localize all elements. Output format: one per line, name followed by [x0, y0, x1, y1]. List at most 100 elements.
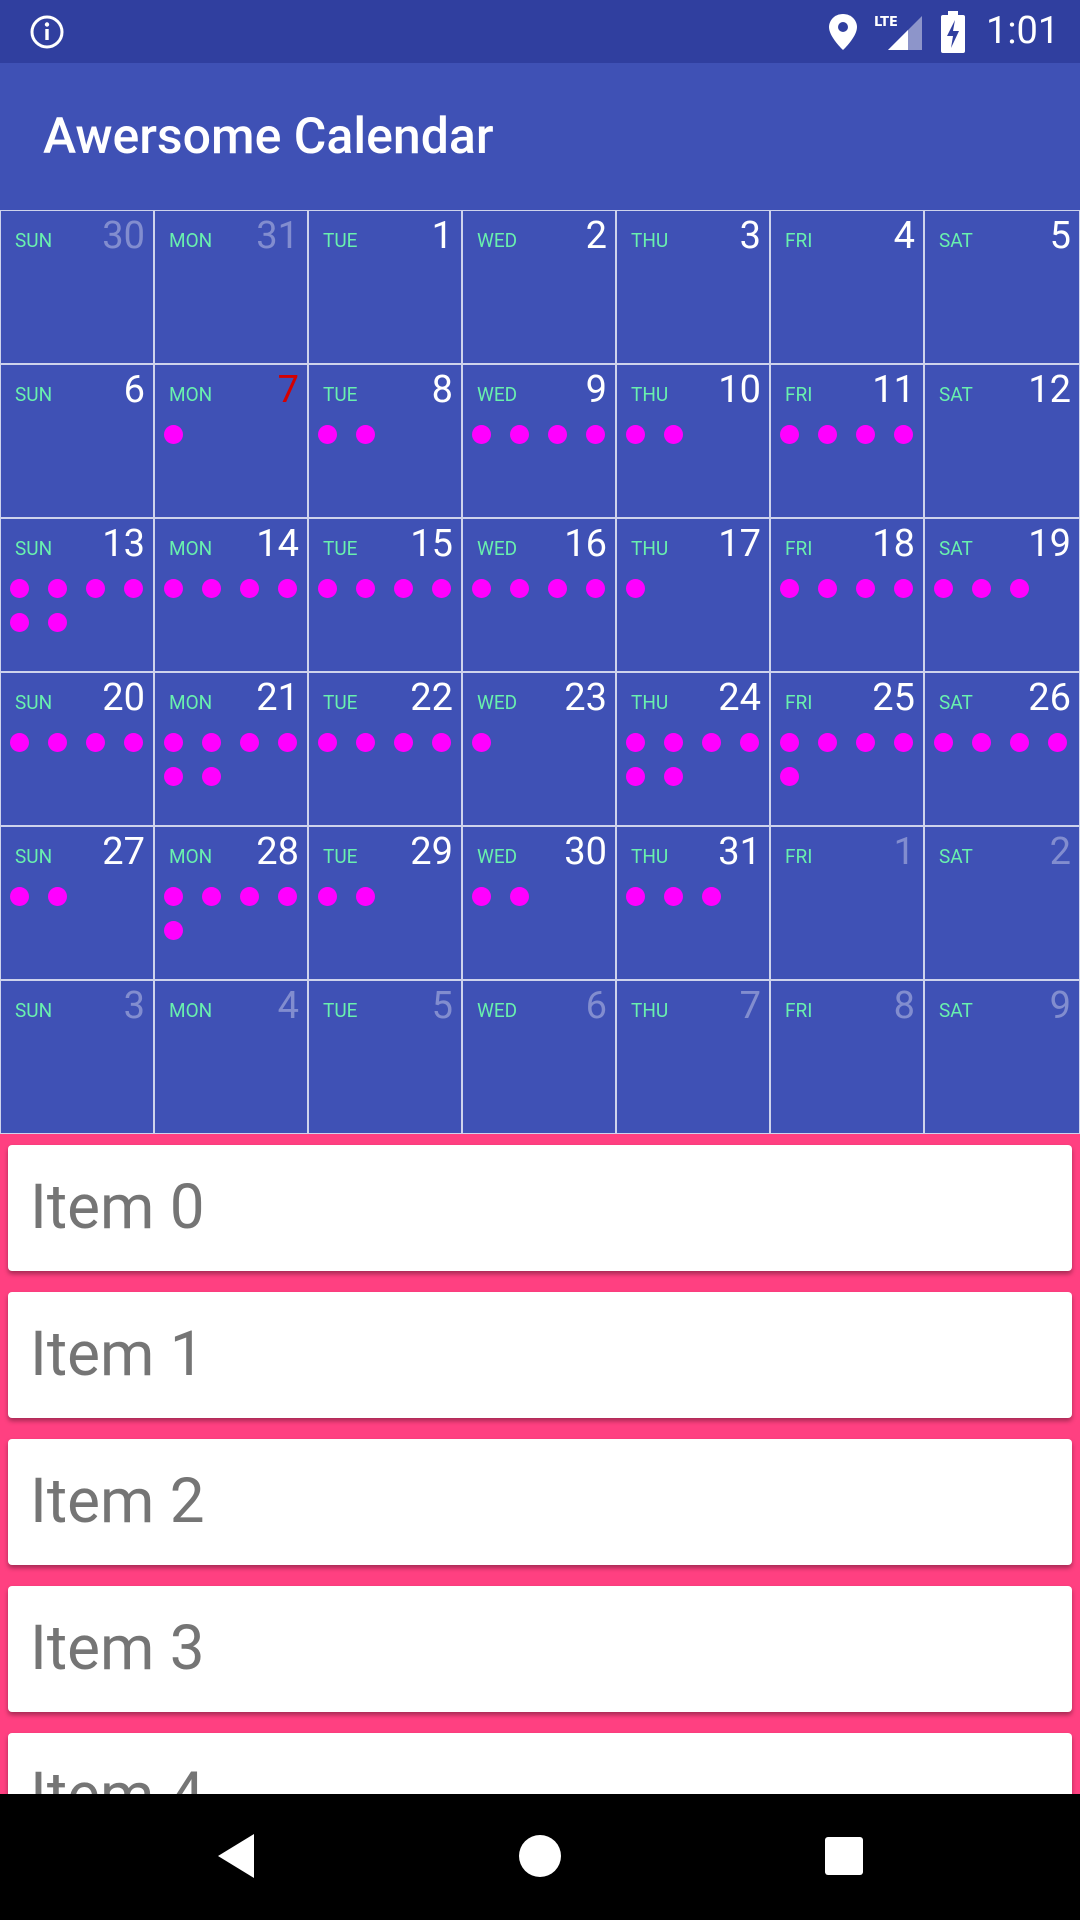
event-dot	[318, 733, 337, 752]
weekday-label: WED	[477, 383, 518, 406]
calendar-day-cell[interactable]: FRI 1	[770, 826, 924, 980]
calendar-day-cell[interactable]: SAT 12	[924, 364, 1080, 518]
calendar-day-cell[interactable]: WED 6	[462, 980, 616, 1134]
app-bar: Awersome Calendar	[0, 63, 1080, 210]
calendar-day-cell[interactable]: FRI 11	[770, 364, 924, 518]
list-item[interactable]: Item 1	[8, 1292, 1072, 1418]
calendar-day-cell[interactable]: TUE 15	[308, 518, 462, 672]
calendar-day-cell[interactable]: MON 21	[154, 672, 308, 826]
weekday-label: MON	[169, 691, 213, 714]
day-number: 10	[718, 368, 761, 412]
list-item[interactable]: Item 4	[8, 1733, 1072, 1794]
recents-icon[interactable]	[824, 1836, 864, 1876]
calendar-day-cell[interactable]: TUE 1	[308, 210, 462, 364]
event-dot	[10, 579, 29, 598]
calendar-day-cell[interactable]: SAT 26	[924, 672, 1080, 826]
weekday-label: SAT	[939, 691, 973, 714]
event-dot	[48, 733, 67, 752]
svg-text:LTE: LTE	[874, 15, 898, 30]
calendar-day-cell[interactable]: SUN 6	[0, 364, 154, 518]
calendar-day-cell[interactable]: WED 30	[462, 826, 616, 980]
event-dot	[356, 733, 375, 752]
weekday-label: SAT	[939, 383, 973, 406]
calendar-day-cell[interactable]: SUN 20	[0, 672, 154, 826]
event-dot	[894, 425, 913, 444]
calendar-day-cell[interactable]: WED 9	[462, 364, 616, 518]
calendar-day-cell[interactable]: SAT 19	[924, 518, 1080, 672]
calendar-day-cell[interactable]: TUE 29	[308, 826, 462, 980]
home-icon[interactable]	[518, 1834, 562, 1878]
calendar-day-cell[interactable]: SUN 13	[0, 518, 154, 672]
event-dot	[278, 887, 297, 906]
event-dot	[1010, 733, 1029, 752]
event-dot	[278, 733, 297, 752]
calendar-day-cell[interactable]: SAT 9	[924, 980, 1080, 1134]
calendar-day-cell[interactable]: THU 10	[616, 364, 770, 518]
calendar-day-cell[interactable]: FRI 18	[770, 518, 924, 672]
calendar-day-cell[interactable]: THU 31	[616, 826, 770, 980]
calendar-day-cell[interactable]: TUE 22	[308, 672, 462, 826]
day-number: 5	[1049, 214, 1071, 258]
event-dot	[48, 887, 67, 906]
calendar-day-cell[interactable]: THU 3	[616, 210, 770, 364]
event-dot	[124, 579, 143, 598]
weekday-label: MON	[169, 383, 213, 406]
list-item-label: Item 1	[30, 1318, 205, 1391]
list-item[interactable]: Item 0	[8, 1145, 1072, 1271]
list-item[interactable]: Item 2	[8, 1439, 1072, 1565]
weekday-label: FRI	[785, 229, 813, 252]
day-number: 15	[410, 522, 453, 566]
event-dot	[972, 579, 991, 598]
event-dot	[472, 733, 491, 752]
calendar-day-cell[interactable]: MON 14	[154, 518, 308, 672]
calendar-day-cell[interactable]: SUN 3	[0, 980, 154, 1134]
event-dot	[202, 767, 221, 786]
day-number: 2	[585, 214, 607, 258]
event-dot	[240, 733, 259, 752]
day-number: 16	[564, 522, 607, 566]
calendar-day-cell[interactable]: WED 16	[462, 518, 616, 672]
calendar-day-cell[interactable]: SAT 2	[924, 826, 1080, 980]
calendar-day-cell[interactable]: THU 17	[616, 518, 770, 672]
event-dot	[856, 579, 875, 598]
day-number: 8	[893, 984, 915, 1028]
day-number: 30	[102, 214, 145, 258]
calendar-day-cell[interactable]: FRI 25	[770, 672, 924, 826]
calendar-day-cell[interactable]: SAT 5	[924, 210, 1080, 364]
item-list[interactable]: Item 0 Item 1 Item 2 Item 3 Item 4	[0, 1134, 1080, 1794]
calendar-day-cell[interactable]: WED 2	[462, 210, 616, 364]
calendar-day-cell[interactable]: MON 31	[154, 210, 308, 364]
calendar-day-cell[interactable]: THU 24	[616, 672, 770, 826]
back-icon[interactable]	[214, 1832, 258, 1880]
calendar-day-cell[interactable]: THU 7	[616, 980, 770, 1134]
calendar-day-cell[interactable]: SUN 30	[0, 210, 154, 364]
day-number: 3	[739, 214, 761, 258]
event-dot	[164, 767, 183, 786]
calendar-day-cell[interactable]: MON 7	[154, 364, 308, 518]
day-number: 14	[256, 522, 299, 566]
calendar-day-cell[interactable]: MON 4	[154, 980, 308, 1134]
weekday-label: SUN	[15, 691, 53, 714]
calendar-day-cell[interactable]: FRI 8	[770, 980, 924, 1134]
weekday-label: THU	[631, 691, 669, 714]
calendar-day-cell[interactable]: FRI 4	[770, 210, 924, 364]
list-item-label: Item 0	[30, 1171, 205, 1244]
event-dot	[356, 425, 375, 444]
day-number: 4	[893, 214, 915, 258]
day-number: 25	[872, 676, 915, 720]
day-number: 23	[564, 676, 607, 720]
event-dot	[472, 887, 491, 906]
calendar-day-cell[interactable]: MON 28	[154, 826, 308, 980]
calendar-day-cell[interactable]: WED 23	[462, 672, 616, 826]
event-dot	[740, 733, 759, 752]
event-dot	[626, 733, 645, 752]
event-dot	[510, 425, 529, 444]
day-number: 4	[277, 984, 299, 1028]
calendar-day-cell[interactable]: SUN 27	[0, 826, 154, 980]
calendar-day-cell[interactable]: TUE 5	[308, 980, 462, 1134]
event-dot	[318, 887, 337, 906]
weekday-label: TUE	[323, 691, 358, 714]
list-item[interactable]: Item 3	[8, 1586, 1072, 1712]
event-dot	[548, 579, 567, 598]
calendar-day-cell[interactable]: TUE 8	[308, 364, 462, 518]
